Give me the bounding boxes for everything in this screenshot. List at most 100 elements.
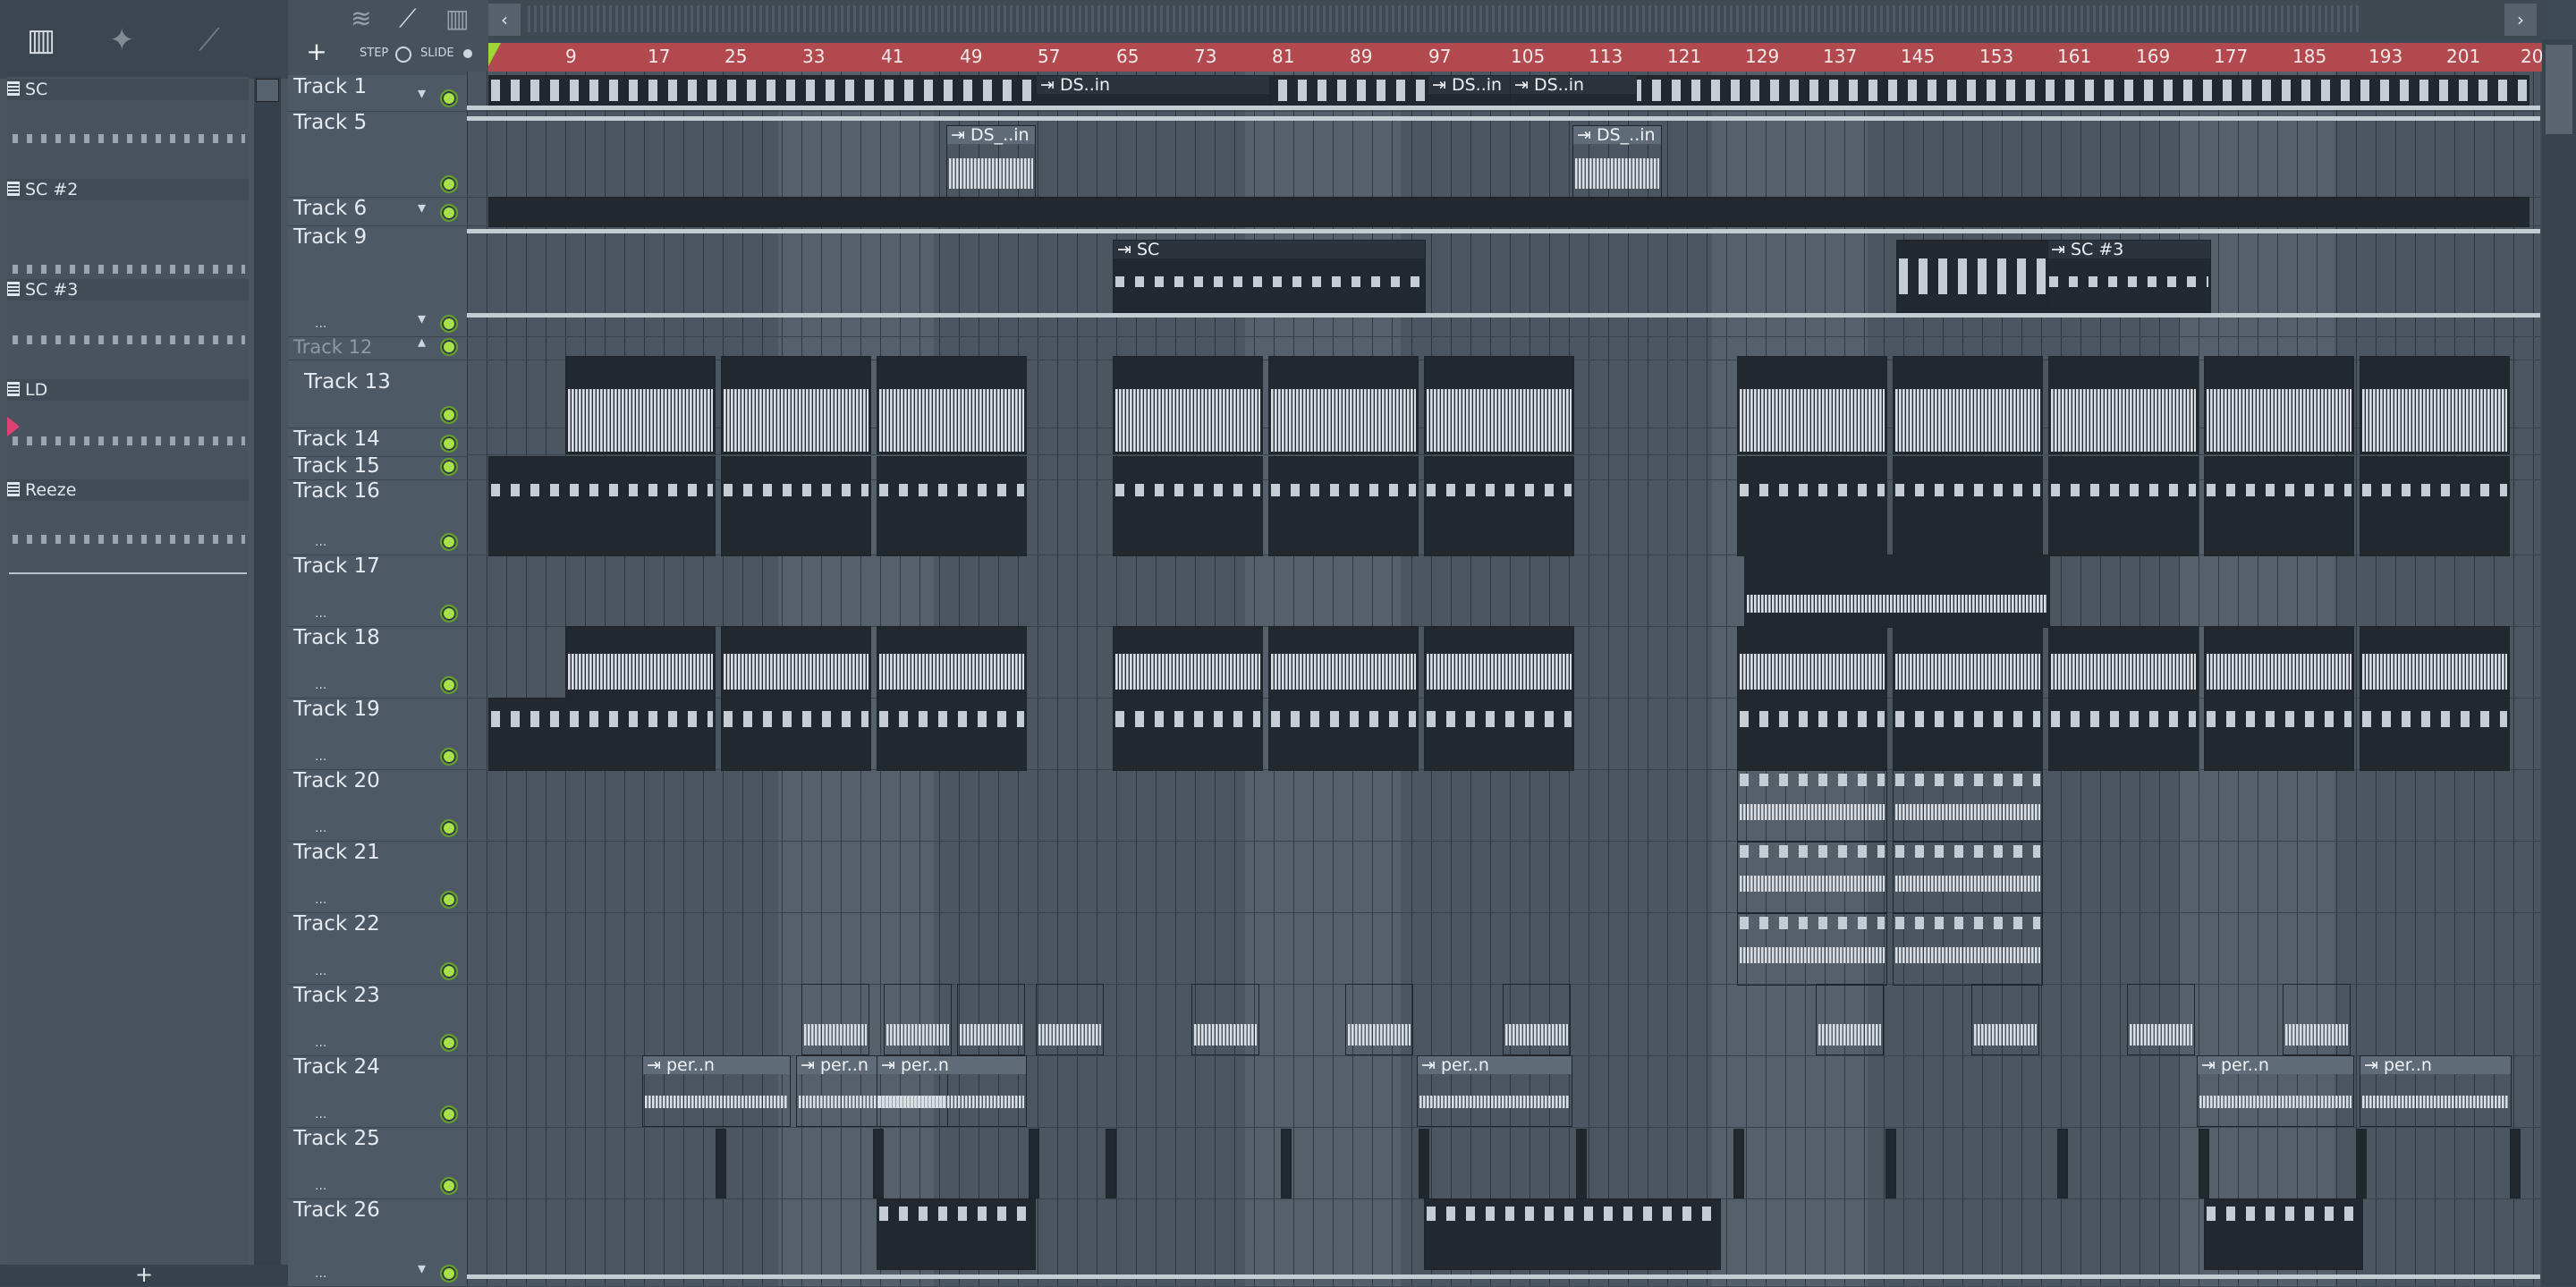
track-header-track-16[interactable]: Track 16...	[288, 479, 467, 555]
expand-down-icon[interactable]: ▾	[418, 84, 426, 103]
ds-clip[interactable]: ⇥ DS_..in	[946, 125, 1036, 199]
pattern-item-sc[interactable]: SC	[7, 80, 249, 99]
pad-clip[interactable]	[1893, 356, 2043, 454]
track-enable-led-icon[interactable]	[440, 891, 458, 909]
pad-clip[interactable]	[1737, 356, 1887, 454]
bass-clip[interactable]	[1737, 698, 1887, 771]
per-clip[interactable]: ⇥ per..n	[2197, 1055, 2354, 1127]
track-header-track-1[interactable]: Track 1 ▾	[288, 75, 467, 112]
track-header-track-17[interactable]: Track 17...	[288, 555, 467, 627]
playhead-marker-icon[interactable]	[488, 43, 501, 66]
track-header-track-13[interactable]: Track 13	[288, 360, 467, 428]
note-clip[interactable]	[877, 456, 1027, 556]
sc-clip[interactable]	[1896, 240, 2048, 313]
track-enable-led-icon[interactable]	[440, 406, 458, 424]
note-clip[interactable]	[721, 456, 871, 556]
picker-scroll-button[interactable]	[256, 79, 279, 102]
piano-roll-icon[interactable]: ▥	[27, 25, 55, 55]
track-header-track-20[interactable]: Track 20...	[288, 769, 467, 842]
track-header-track-9[interactable]: Track 9 ▾...	[288, 225, 467, 337]
track-enable-led-icon[interactable]	[440, 605, 458, 622]
pattern-item-sc-3[interactable]: SC #3	[7, 280, 249, 300]
bass-clip[interactable]	[1268, 698, 1419, 771]
lead-clip[interactable]	[1737, 769, 1887, 842]
ds-clip[interactable]: ⇥ DS..in	[1510, 75, 1637, 106]
hat-clip[interactable]	[1424, 626, 1574, 699]
track-enable-led-icon[interactable]	[440, 676, 458, 694]
automation-icon[interactable]: ⟋	[199, 25, 220, 55]
curve-tool-icon[interactable]: ⟋	[399, 4, 417, 34]
pad-clip[interactable]	[877, 356, 1027, 454]
track-header-track-23[interactable]: Track 23...	[288, 984, 467, 1056]
bass-clip[interactable]	[1893, 698, 2043, 771]
track-header-track-12[interactable]: Track 12 ▴	[288, 333, 467, 360]
expand-down-icon[interactable]: ▾	[418, 1259, 426, 1278]
pad-clip[interactable]	[565, 356, 716, 454]
scroll-left-button[interactable]: ‹	[488, 4, 521, 36]
wave-tool-icon[interactable]: ≋	[351, 4, 371, 33]
scroll-right-button[interactable]: ›	[2504, 4, 2537, 36]
vocal-clip[interactable]	[1744, 555, 2050, 628]
track-header-track-21[interactable]: Track 21...	[288, 841, 467, 913]
pad-clip[interactable]	[2360, 356, 2510, 454]
track-header-track-6[interactable]: Track 6 ▾	[288, 197, 467, 226]
bass-clip[interactable]	[877, 698, 1027, 771]
pattern-item-ld[interactable]: LD	[7, 380, 249, 400]
track-enable-led-icon[interactable]	[440, 338, 458, 356]
track-enable-led-icon[interactable]	[440, 175, 458, 193]
track-header-track-14[interactable]: Track 14	[288, 428, 467, 457]
chord-clip[interactable]	[2204, 1198, 2363, 1270]
track-header-track-25[interactable]: Track 25...	[288, 1127, 467, 1199]
piano-tool-icon[interactable]: ▥	[445, 4, 469, 33]
marker-clip[interactable]	[1885, 1129, 1896, 1198]
expand-down-icon[interactable]: ▾	[418, 199, 426, 217]
hat-clip[interactable]	[2360, 626, 2510, 699]
hat-clip[interactable]	[1268, 626, 1419, 699]
track-enable-led-icon[interactable]	[440, 533, 458, 551]
marker-clip[interactable]	[716, 1129, 726, 1198]
track-header-track-18[interactable]: Track 18...	[288, 626, 467, 699]
hat-clip[interactable]	[1893, 626, 2043, 699]
lead-clip[interactable]	[1737, 912, 1887, 986]
per-clip[interactable]: ⇥ per..n	[877, 1055, 1027, 1127]
note-clip[interactable]	[1424, 456, 1574, 556]
note-clip[interactable]	[2048, 456, 2199, 556]
track-enable-led-icon[interactable]	[440, 458, 458, 476]
picker-scrollbar[interactable]	[254, 77, 281, 1266]
track-enable-led-icon[interactable]	[440, 435, 458, 453]
marker-clip[interactable]	[1281, 1129, 1292, 1198]
track-enable-led-icon[interactable]	[440, 1177, 458, 1195]
note-clip[interactable]	[1737, 456, 1887, 556]
marker-clip[interactable]	[2510, 1129, 2521, 1198]
track-header-track-24[interactable]: Track 24...	[288, 1055, 467, 1128]
track-enable-led-icon[interactable]	[440, 1105, 458, 1123]
bass-clip[interactable]	[2048, 698, 2199, 771]
hat-clip[interactable]	[2204, 626, 2354, 699]
fill-clip[interactable]	[1503, 984, 1571, 1055]
pad-clip[interactable]	[1424, 356, 1574, 454]
fill-clip[interactable]	[1971, 984, 2039, 1055]
bass-clip[interactable]	[488, 698, 716, 771]
fill-clip[interactable]	[1036, 984, 1104, 1055]
playlist-scrollbar[interactable]	[2542, 39, 2576, 1286]
note-clip[interactable]	[1268, 456, 1419, 556]
pad-clip[interactable]	[1113, 356, 1263, 454]
pad-clip[interactable]	[2204, 356, 2354, 454]
sc3-clip[interactable]: ⇥ SC #3	[2046, 240, 2211, 313]
playlist-area[interactable]: ⇥ DS..in ⇥ DS..in ⇥ DS..in ⇥ DS_..in ⇥ DS_..…	[467, 72, 2540, 1286]
note-clip[interactable]	[2204, 456, 2354, 556]
track-header-track-22[interactable]: Track 22...	[288, 912, 467, 985]
hat-clip[interactable]	[2048, 626, 2199, 699]
per-clip[interactable]: ⇥ per..n	[642, 1055, 791, 1127]
chord-clip[interactable]	[877, 1198, 1036, 1270]
track-header-track-5[interactable]: Track 5	[288, 111, 467, 198]
add-track-button[interactable]: +	[288, 0, 345, 75]
sc-clip[interactable]: ⇥ SC	[1113, 240, 1426, 313]
marker-clip[interactable]	[1576, 1129, 1587, 1198]
hat-clip[interactable]	[1737, 626, 1887, 699]
track-enable-led-icon[interactable]	[440, 819, 458, 837]
pad-clip[interactable]	[2048, 356, 2199, 454]
collapse-up-icon[interactable]: ▴	[418, 333, 426, 351]
track-header-track-15[interactable]: Track 15	[288, 454, 467, 480]
bass-clip[interactable]	[1113, 698, 1263, 771]
